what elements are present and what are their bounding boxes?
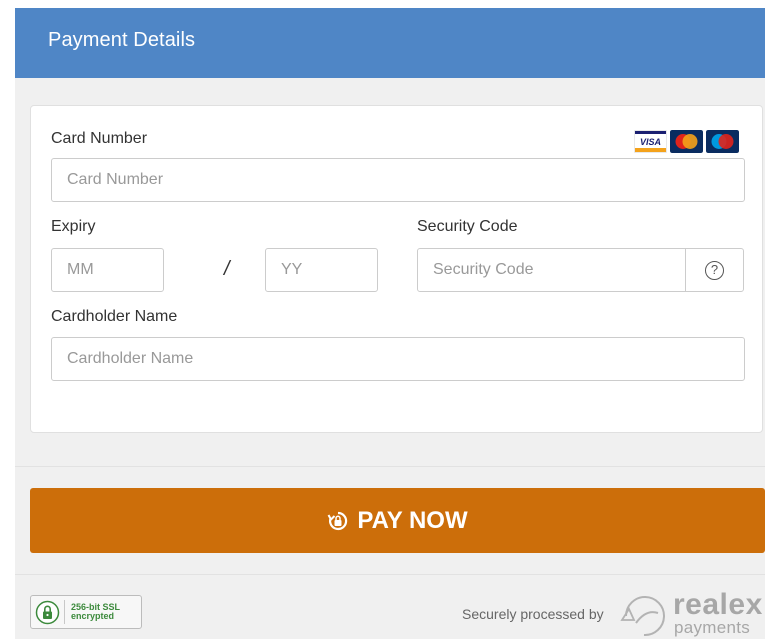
mastercard-logo: [670, 130, 703, 153]
security-code-label: Security Code: [417, 218, 518, 235]
help-icon: ?: [705, 260, 724, 280]
expiry-year-input[interactable]: [265, 248, 378, 292]
secure-processing-text: Securely processed by: [462, 606, 604, 622]
page-title: Payment Details: [48, 29, 196, 51]
security-code-input[interactable]: [417, 248, 686, 292]
visa-logo: VISA: [634, 130, 667, 153]
cardholder-name-label: Cardholder Name: [51, 308, 178, 325]
ssl-badge: 256-bit SSL encrypted: [30, 595, 142, 629]
realex-logo-icon: [620, 596, 665, 637]
expiry-month-input[interactable]: [51, 248, 164, 292]
payment-form: Payment Details Card Number VISA Ex: [15, 8, 765, 639]
ssl-separator: [64, 600, 65, 624]
footer-divider: [15, 574, 765, 575]
accepted-cards: VISA: [634, 130, 739, 154]
ssl-lock-icon: [35, 600, 60, 624]
pay-now-button[interactable]: PAY NOW: [30, 488, 765, 553]
lock-refresh-icon: [328, 511, 348, 530]
security-code-help-button[interactable]: ?: [685, 248, 744, 292]
payment-header: Payment Details: [15, 8, 765, 78]
expiry-separator: /: [224, 258, 230, 280]
card-number-label: Card Number: [51, 130, 148, 147]
ssl-text: 256-bit SSL encrypted: [71, 603, 120, 621]
maestro-logo: [706, 130, 739, 153]
ssl-line-2: encrypted: [71, 611, 115, 621]
visa-text: VISA: [640, 137, 661, 147]
brand-name: realex: [673, 588, 763, 621]
pay-now-label: PAY NOW: [357, 506, 468, 534]
divider: [15, 466, 765, 467]
card-number-input[interactable]: [51, 158, 745, 202]
card-details-panel: Card Number VISA Expiry /: [30, 105, 763, 433]
cardholder-name-input[interactable]: [51, 337, 745, 381]
expiry-label: Expiry: [51, 218, 96, 235]
brand-sub: payments: [674, 618, 751, 637]
